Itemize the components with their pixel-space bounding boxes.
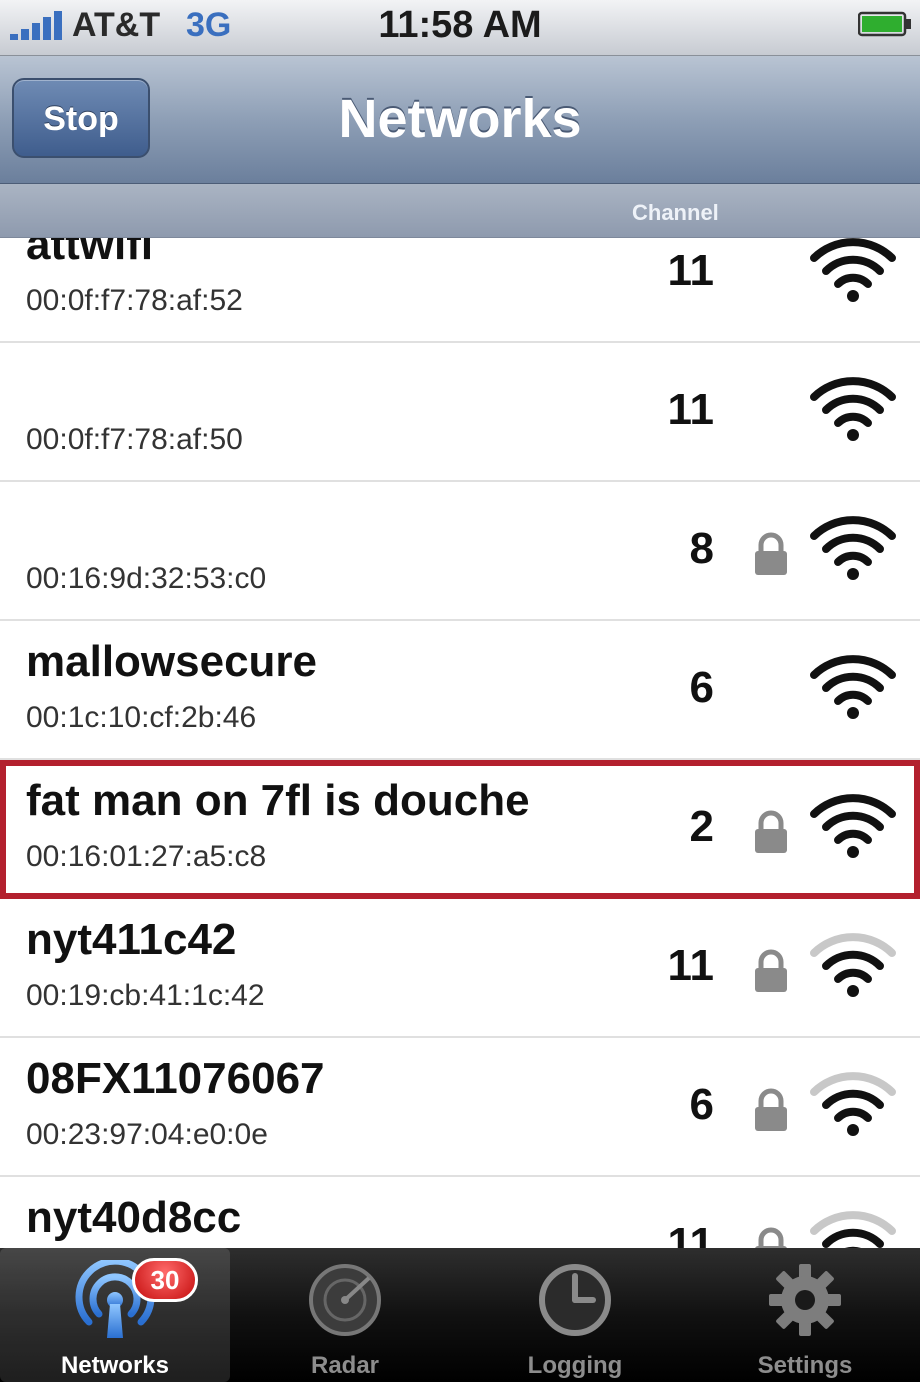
network-channel: 11 <box>667 941 714 990</box>
lock-icon <box>755 532 787 575</box>
network-row[interactable]: 00:16:9d:32:53:c0 8 <box>0 482 920 621</box>
network-mac-address: 00:19:cb:41:1c:42 <box>26 979 265 1012</box>
tab-logging[interactable]: Logging <box>460 1248 690 1382</box>
network-list[interactable]: attwifi 00:0f:f7:78:af:52 11 00:0f:f7:78:af… <box>0 238 920 1248</box>
network-mac-address: 00:16:01:27:a5:c8 <box>26 840 267 873</box>
network-ssid: mallowsecure <box>26 637 318 686</box>
network-channel: 6 <box>689 663 714 712</box>
lock-icon <box>755 1088 787 1131</box>
battery-icon <box>858 11 911 37</box>
network-channel: 11 <box>667 246 714 295</box>
network-row[interactable]: 08FX11076067 00:23:97:04:e0:0e 6 <box>0 1038 920 1177</box>
network-channel: 2 <box>689 802 714 851</box>
network-channel: 6 <box>689 1080 714 1129</box>
tab-label: Radar <box>310 1352 380 1379</box>
network-row[interactable]: nyt411c42 00:19:cb:41:1c:42 11 <box>0 899 920 1038</box>
network-row[interactable]: nyt40d8cc 11 <box>0 1177 920 1248</box>
wifi-signal-icon <box>810 933 896 997</box>
wifi-signal-icon <box>810 1072 896 1136</box>
network-mac-address: 00:0f:f7:78:af:50 <box>26 423 243 456</box>
channel-column-label: Channel <box>632 200 719 225</box>
network-ssid: fat man on 7fl is douche <box>26 776 530 825</box>
tab-radar[interactable]: Radar <box>230 1248 460 1382</box>
network-row[interactable]: attwifi 00:0f:f7:78:af:52 11 <box>0 238 920 343</box>
network-row-highlighted[interactable]: fat man on 7fl is douche 00:16:01:27:a5:c… <box>0 760 920 899</box>
column-header: Channel <box>0 184 920 238</box>
network-channel: 11 <box>667 385 714 434</box>
clock-icon <box>539 1264 611 1336</box>
tab-settings[interactable]: Settings <box>690 1248 920 1382</box>
gear-icon <box>769 1264 841 1336</box>
network-ssid: nyt40d8cc <box>26 1193 242 1242</box>
network-ssid: attwifi <box>26 238 154 269</box>
network-mac-address: 00:0f:f7:78:af:52 <box>26 284 243 317</box>
lock-icon <box>755 810 787 853</box>
tab-label: Networks <box>60 1352 170 1379</box>
navigation-bar: Stop Networks <box>0 56 920 184</box>
lock-icon <box>755 1227 787 1248</box>
page-title: Networks <box>338 89 582 149</box>
lock-icon <box>755 949 787 992</box>
wifi-signal-icon <box>810 794 896 858</box>
network-ssid: nyt411c42 <box>26 915 237 964</box>
network-channel: 11 <box>667 1219 714 1248</box>
wifi-signal-icon <box>810 655 896 719</box>
network-mac-address: 00:1c:10:cf:2b:46 <box>26 701 257 734</box>
network-ssid: 08FX11076067 <box>26 1054 325 1103</box>
tab-label: Settings <box>757 1352 853 1379</box>
network-mac-address: 00:23:97:04:e0:0e <box>26 1118 268 1151</box>
wifi-signal-icon <box>810 1211 896 1248</box>
wifi-signal-icon <box>810 377 896 441</box>
network-channel: 8 <box>689 524 714 573</box>
clock: 11:58 AM <box>378 4 542 46</box>
tab-networks[interactable]: 30 Networks <box>0 1248 230 1382</box>
tab-bar: 30 Networks Radar Logging Settings <box>0 1248 920 1382</box>
network-count-badge: 30 <box>132 1258 198 1302</box>
radar-icon <box>309 1264 381 1336</box>
wifi-signal-icon <box>810 238 896 302</box>
network-row[interactable]: 00:0f:f7:78:af:50 11 <box>0 343 920 482</box>
network-row[interactable]: mallowsecure 00:1c:10:cf:2b:46 6 <box>0 621 920 760</box>
wifi-signal-icon <box>810 516 896 580</box>
tab-label: Logging <box>527 1352 623 1379</box>
network-mac-address: 00:16:9d:32:53:c0 <box>26 562 267 595</box>
status-bar: AT&T 3G 11:58 AM <box>0 0 920 56</box>
